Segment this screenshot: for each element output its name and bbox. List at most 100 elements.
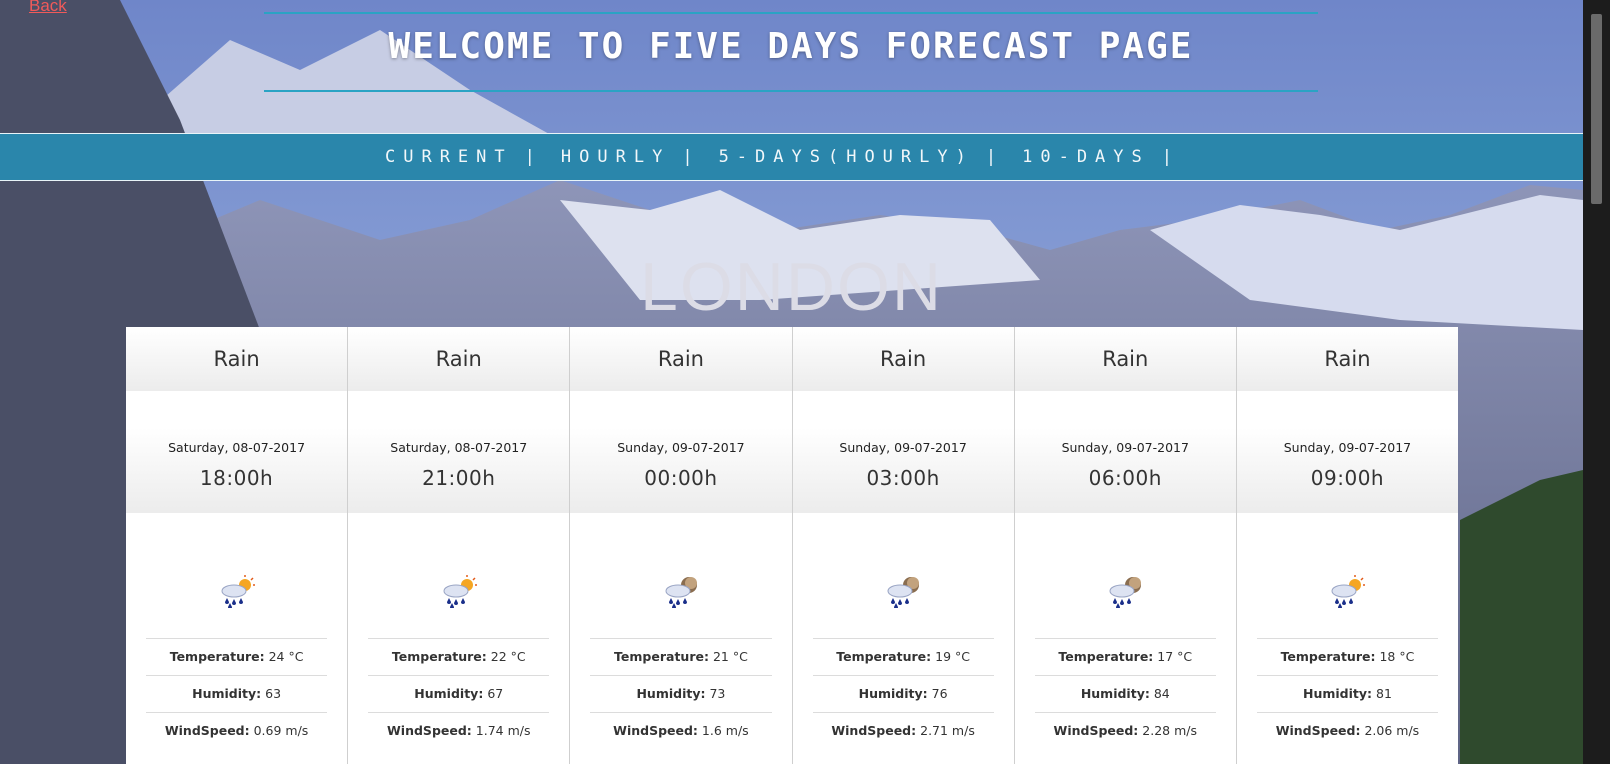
card-time: 18:00h xyxy=(199,466,274,490)
rain-sun-icon xyxy=(126,513,347,638)
temperature-row: Temperature: 17 °C xyxy=(1034,638,1216,675)
card-datetime: Sunday, 09-07-2017 09:00h xyxy=(1236,391,1459,513)
windspeed-label: WindSpeed: xyxy=(1275,723,1361,738)
humidity-value: 81 xyxy=(1376,686,1392,701)
nav-separator: | xyxy=(985,147,997,167)
windspeed-value: 2.06 m/s xyxy=(1364,723,1420,738)
title-top-rule xyxy=(264,12,1318,14)
temperature-value: 17 °C xyxy=(1157,649,1193,664)
card-datetime: Sunday, 09-07-2017 06:00h xyxy=(1014,391,1236,513)
nav-item-5-days-hourly[interactable]: 5-DAYS(HOURLY) xyxy=(719,147,974,167)
forecast-cards: Rain Saturday, 08-07-2017 18:00h Temperatur… xyxy=(126,327,1459,764)
humidity-label: Humidity: xyxy=(1302,686,1373,701)
windspeed-row: WindSpeed: 2.28 m/s xyxy=(1034,712,1216,749)
windspeed-value: 0.69 m/s xyxy=(253,723,309,738)
windspeed-value: 2.71 m/s xyxy=(920,723,975,738)
forecast-card: Rain Sunday, 09-07-2017 06:00h Temperature:… xyxy=(1013,327,1236,764)
page-title: WELCOME TO FIVE DAYS FORECAST PAGE xyxy=(388,26,1194,67)
card-time: 09:00h xyxy=(1310,466,1385,490)
card-date: Saturday, 08-07-2017 xyxy=(390,440,528,455)
card-date: Sunday, 09-07-2017 xyxy=(1061,440,1189,455)
humidity-value: 73 xyxy=(709,686,726,701)
temperature-label: Temperature: xyxy=(391,649,487,664)
humidity-row: Humidity: 84 xyxy=(1034,675,1216,712)
back-link[interactable]: Back xyxy=(29,0,67,16)
humidity-row: Humidity: 76 xyxy=(812,675,994,712)
title-bottom-rule xyxy=(264,90,1318,92)
nav-separator: | xyxy=(524,147,535,167)
temperature-row: Temperature: 18 °C xyxy=(1256,638,1439,675)
humidity-row: Humidity: 63 xyxy=(146,675,328,712)
temperature-value: 22 °C xyxy=(490,649,526,664)
humidity-label: Humidity: xyxy=(414,686,484,701)
windspeed-value: 2.28 m/s xyxy=(1142,723,1198,738)
rain-moon-icon xyxy=(570,513,791,638)
rain-moon-icon xyxy=(793,513,1014,638)
card-condition: Rain xyxy=(1236,327,1459,391)
windspeed-value: 1.74 m/s xyxy=(475,723,531,738)
temperature-label: Temperature: xyxy=(1058,649,1154,664)
temperature-label: Temperature: xyxy=(169,649,265,664)
nav-item-10-days[interactable]: 10-DAYS xyxy=(1022,147,1150,167)
card-datetime: Sunday, 09-07-2017 00:00h xyxy=(570,391,792,513)
windspeed-row: WindSpeed: 1.74 m/s xyxy=(368,712,550,749)
temperature-value: 21 °C xyxy=(712,649,748,664)
temperature-row: Temperature: 19 °C xyxy=(812,638,994,675)
humidity-value: 67 xyxy=(487,686,504,701)
temperature-label: Temperature: xyxy=(836,649,932,664)
forecast-card: Rain Sunday, 09-07-2017 03:00h Temperature:… xyxy=(791,327,1014,764)
windspeed-row: WindSpeed: 2.06 m/s xyxy=(1256,712,1439,749)
card-date: Saturday, 08-07-2017 xyxy=(168,440,306,455)
forecast-card: Rain Saturday, 08-07-2017 21:00h Temperatur… xyxy=(347,327,570,764)
card-condition: Rain xyxy=(348,327,570,391)
humidity-row: Humidity: 73 xyxy=(590,675,772,712)
humidity-value: 84 xyxy=(1153,686,1170,701)
humidity-row: Humidity: 81 xyxy=(1256,675,1439,712)
humidity-label: Humidity: xyxy=(192,686,262,701)
city-name: LONDON xyxy=(640,249,943,325)
temperature-row: Temperature: 24 °C xyxy=(146,638,328,675)
nav-item-hourly[interactable]: HOURLY xyxy=(561,147,670,167)
nav-separator: | xyxy=(1161,147,1173,167)
rain-sun-icon xyxy=(348,513,569,638)
card-datetime: Saturday, 08-07-2017 21:00h xyxy=(348,391,570,513)
card-condition: Rain xyxy=(792,327,1014,391)
card-datetime: Sunday, 09-07-2017 03:00h xyxy=(792,391,1014,513)
card-date: Sunday, 09-07-2017 xyxy=(1283,440,1412,455)
temperature-label: Temperature: xyxy=(614,649,709,664)
card-time: 06:00h xyxy=(1088,466,1162,490)
windspeed-label: WindSpeed: xyxy=(831,723,917,738)
card-datetime: Saturday, 08-07-2017 18:00h xyxy=(126,391,348,513)
forecast-card: Rain Saturday, 08-07-2017 18:00h Temperatur… xyxy=(126,327,348,764)
humidity-value: 76 xyxy=(931,686,948,701)
humidity-label: Humidity: xyxy=(636,686,706,701)
card-date: Sunday, 09-07-2017 xyxy=(617,440,745,455)
temperature-label: Temperature: xyxy=(1280,649,1376,664)
card-condition: Rain xyxy=(1014,327,1236,391)
rain-moon-icon xyxy=(1015,513,1236,638)
humidity-label: Humidity: xyxy=(1080,686,1150,701)
forecast-card: Rain Sunday, 09-07-2017 09:00h Temperature:… xyxy=(1235,327,1459,764)
temperature-value: 24 °C xyxy=(268,649,304,664)
temperature-row: Temperature: 21 °C xyxy=(590,638,772,675)
nav-item-current[interactable]: CURRENT xyxy=(385,147,513,167)
card-time: 03:00h xyxy=(866,466,940,490)
rain-sun-icon xyxy=(1237,513,1458,638)
temperature-row: Temperature: 22 °C xyxy=(368,638,550,675)
scrollbar-thumb[interactable] xyxy=(1591,14,1602,204)
temperature-value: 18 °C xyxy=(1379,649,1415,664)
card-condition: Rain xyxy=(570,327,792,391)
humidity-label: Humidity: xyxy=(858,686,928,701)
temperature-value: 19 °C xyxy=(935,649,970,664)
windspeed-label: WindSpeed: xyxy=(164,723,250,738)
humidity-row: Humidity: 67 xyxy=(368,675,550,712)
windspeed-label: WindSpeed: xyxy=(613,723,698,738)
windspeed-label: WindSpeed: xyxy=(1053,723,1139,738)
card-time: 00:00h xyxy=(644,466,718,490)
forecast-card: Rain Sunday, 09-07-2017 00:00h Temperature:… xyxy=(569,327,792,764)
windspeed-row: WindSpeed: 2.71 m/s xyxy=(812,712,994,749)
window-scrollbar[interactable] xyxy=(1583,0,1610,764)
card-condition: Rain xyxy=(126,327,348,391)
card-time: 21:00h xyxy=(422,466,496,490)
windspeed-row: WindSpeed: 0.69 m/s xyxy=(146,712,328,749)
